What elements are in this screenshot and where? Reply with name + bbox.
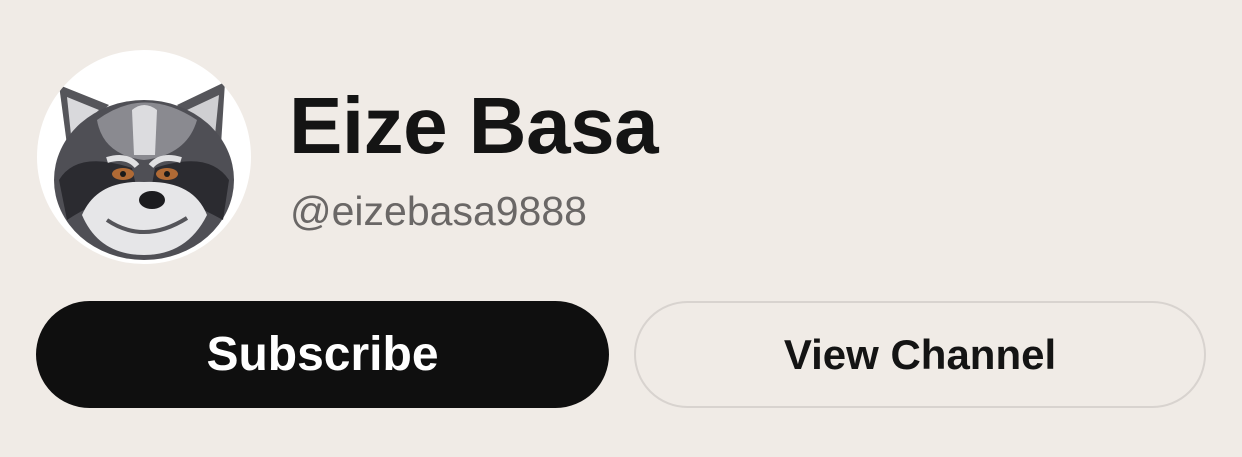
view-channel-button[interactable]: View Channel (634, 301, 1206, 408)
raccoon-avatar-icon (54, 82, 234, 260)
channel-avatar[interactable] (37, 50, 251, 264)
subscribe-button[interactable]: Subscribe (36, 301, 609, 408)
channel-name: Eize Basa (289, 81, 659, 170)
channel-handle: @eizebasa9888 (290, 188, 587, 234)
